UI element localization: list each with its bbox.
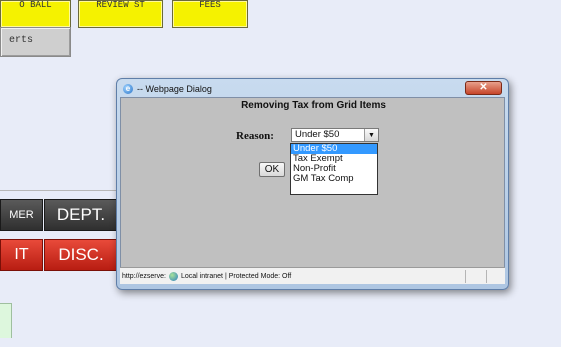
- chevron-down-icon[interactable]: ▼: [364, 129, 378, 141]
- top-button-2[interactable]: REVIEW ST: [78, 0, 163, 28]
- ok-button[interactable]: OK: [259, 162, 285, 177]
- top-button-1[interactable]: O BALL: [0, 0, 71, 28]
- dialog-content: Removing Tax from Grid Items Reason: Und…: [120, 97, 505, 284]
- reason-label: Reason:: [236, 130, 274, 142]
- status-bar: http://ezserve: Local intranet | Protect…: [120, 267, 505, 284]
- webpage-dialog: e -- Webpage Dialog ✕ Removing Tax from …: [116, 78, 509, 290]
- customer-button[interactable]: MER: [0, 199, 43, 231]
- parts-button[interactable]: erts: [0, 27, 71, 57]
- status-url: http://ezserve:: [122, 272, 166, 280]
- ie-icon: e: [123, 84, 133, 94]
- reason-dropdown-list: Under $50 Tax Exempt Non-Profit GM Tax C…: [290, 143, 378, 195]
- dialog-title: -- Webpage Dialog: [137, 84, 212, 94]
- disc-button[interactable]: DISC.: [44, 239, 118, 271]
- divider: [0, 190, 118, 191]
- close-button[interactable]: ✕: [465, 81, 502, 95]
- status-segment-2: [486, 269, 505, 283]
- reason-select[interactable]: Under $50 ▼: [291, 128, 379, 142]
- reason-select-value: Under $50: [295, 129, 340, 140]
- t-button[interactable]: IT: [0, 239, 43, 271]
- dept-button[interactable]: DEPT.: [44, 199, 118, 231]
- status-segment: [465, 269, 486, 283]
- dialog-titlebar[interactable]: e -- Webpage Dialog: [123, 82, 463, 96]
- status-zone: Local intranet | Protected Mode: Off: [180, 272, 292, 280]
- globe-icon: [168, 271, 178, 281]
- green-panel: [0, 303, 12, 338]
- option-gm-tax-comp[interactable]: GM Tax Comp: [291, 174, 377, 184]
- close-icon: ✕: [479, 82, 488, 93]
- dialog-heading: Removing Tax from Grid Items: [241, 100, 386, 111]
- top-button-3[interactable]: FEES: [172, 0, 248, 28]
